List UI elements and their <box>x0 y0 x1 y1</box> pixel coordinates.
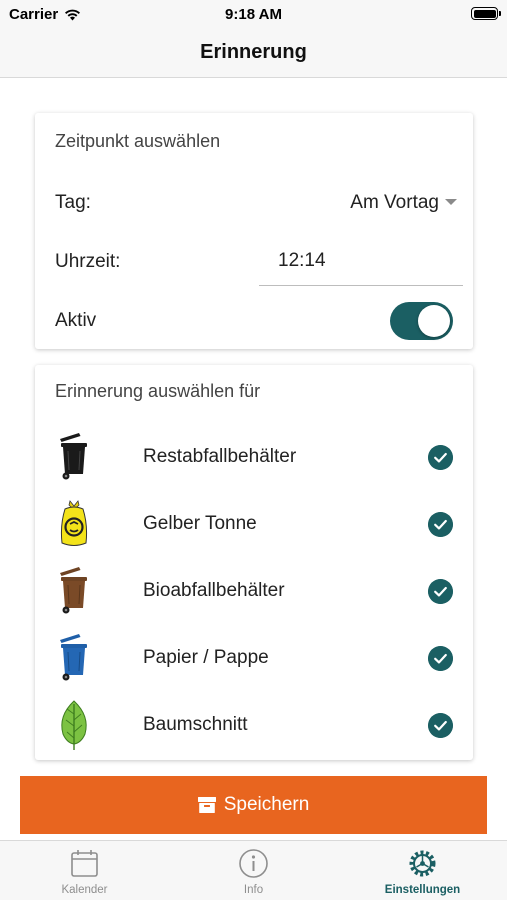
item-label-papier: Papier / Pappe <box>143 647 269 668</box>
tab-bar: Kalender Info Einstellungen <box>0 840 507 900</box>
checkmark-icon[interactable] <box>428 512 453 537</box>
checkmark-icon[interactable] <box>428 646 453 671</box>
time-input[interactable]: 12:14 <box>259 248 463 286</box>
save-button[interactable]: Speichern <box>20 776 487 834</box>
brown-bin-icon <box>60 567 87 614</box>
navigation-bar: Erinnerung <box>0 28 507 78</box>
tab-label-info[interactable]: Info <box>169 884 338 896</box>
active-label: Aktiv <box>55 310 97 331</box>
time-settings-card: Zeitpunkt auswählen Tag: Am Vortag Uhrze… <box>35 113 473 349</box>
tab-label-kalender[interactable]: Kalender <box>0 884 169 896</box>
item-label-restabfall: Restabfallbehälter <box>143 446 297 467</box>
yellow-bag-icon <box>60 500 88 546</box>
black-bin-icon <box>60 433 87 480</box>
time-input-value[interactable]: 12:14 <box>278 250 326 272</box>
toggle-knob[interactable] <box>418 305 450 337</box>
active-toggle[interactable] <box>390 302 453 340</box>
settings-gear-icon <box>409 850 436 877</box>
tab-info[interactable]: Info <box>169 841 338 900</box>
tab-kalender[interactable]: Kalender <box>0 841 169 900</box>
status-bar: Carrier 9:18 AM <box>0 0 507 28</box>
blue-bin-icon <box>60 634 87 681</box>
list-item-baumschnitt[interactable]: Baumschnitt <box>35 692 473 759</box>
day-label: Tag: <box>55 192 91 213</box>
info-icon <box>239 849 268 878</box>
time-card-heading: Zeitpunkt auswählen <box>55 131 221 151</box>
dropdown-arrow-icon[interactable] <box>445 199 457 205</box>
day-dropdown-value[interactable]: Am Vortag <box>350 192 439 214</box>
tab-label-einstellungen[interactable]: Einstellungen <box>338 884 507 896</box>
battery-icon <box>471 7 501 20</box>
checkmark-icon[interactable] <box>428 579 453 604</box>
calendar-icon <box>71 850 98 877</box>
list-item-papier[interactable]: Papier / Pappe <box>35 625 473 692</box>
status-time: 9:18 AM <box>225 6 282 23</box>
save-button-label[interactable]: Speichern <box>224 794 310 816</box>
item-label-bioabfall: Bioabfallbehälter <box>143 580 285 601</box>
item-label-gelbe-tonne: Gelber Tonne <box>143 513 257 534</box>
checkmark-icon[interactable] <box>428 713 453 738</box>
list-item-restabfall[interactable]: Restabfallbehälter <box>35 424 473 491</box>
time-label: Uhrzeit: <box>55 251 121 272</box>
archive-box-icon <box>197 797 216 813</box>
selection-card-heading: Erinnerung auswählen für <box>55 381 261 401</box>
leaf-icon <box>61 700 87 750</box>
checkmark-icon[interactable] <box>428 445 453 470</box>
item-label-baumschnitt: Baumschnitt <box>143 714 248 735</box>
reminder-selection-card: Erinnerung auswählen für Restabfallbehäl… <box>35 365 473 760</box>
tab-einstellungen[interactable]: Einstellungen <box>338 841 507 900</box>
list-item-bioabfall[interactable]: Bioabfallbehälter <box>35 558 473 625</box>
page-title: Erinnerung <box>200 41 307 63</box>
list-item-gelbe-tonne[interactable]: Gelber Tonne <box>35 491 473 558</box>
